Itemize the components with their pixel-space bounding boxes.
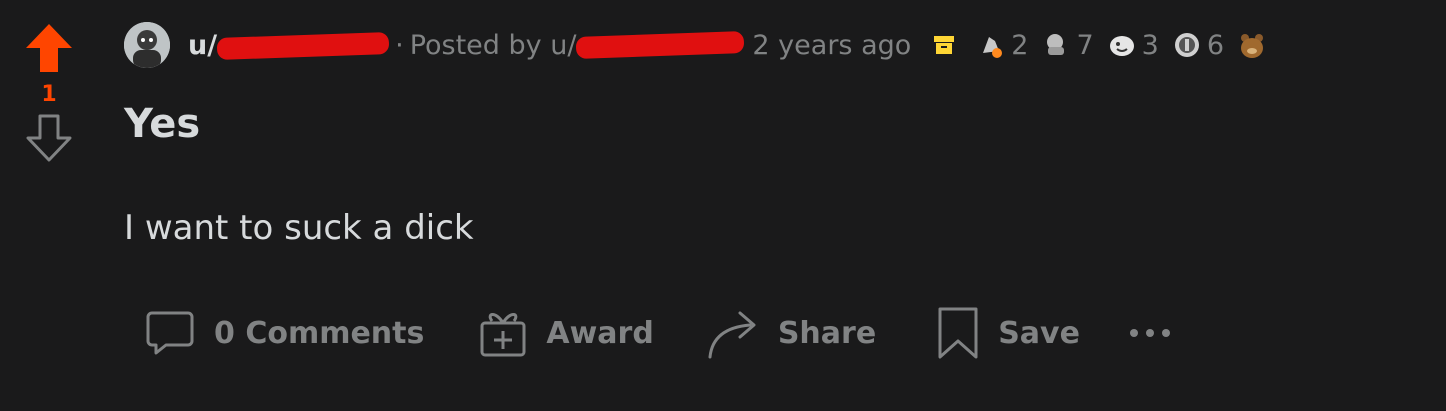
post-meta: u/ · Posted by u/ 2 years ago 2 7 3 6 [124, 22, 1286, 68]
upvote-arrow-icon [26, 24, 72, 72]
gift-icon [480, 313, 526, 357]
avatar-icon [124, 22, 170, 68]
comments-label: 0 Comments [214, 315, 425, 351]
avatar[interactable] [124, 22, 170, 68]
upvote-button[interactable] [19, 18, 79, 78]
save-button[interactable]: Save [924, 302, 1092, 364]
share-icon [708, 311, 756, 359]
wholesome-award-icon [1109, 36, 1134, 56]
silver-award-icon [983, 37, 1003, 58]
post-actions: 0 Comments Award Share Save [132, 302, 1206, 364]
author-prefix: u/ [188, 29, 218, 61]
separator-dot: · [395, 29, 404, 61]
bookmark-icon [938, 307, 978, 359]
redaction-mark [216, 32, 390, 60]
post-title[interactable]: Yes [124, 100, 200, 148]
vote-column: 1 [16, 18, 82, 168]
downvote-arrow-icon [26, 114, 72, 162]
share-label: Share [777, 315, 877, 351]
posted-by-label: Posted by u/ [409, 29, 577, 61]
ellipsis-icon [1129, 329, 1170, 337]
comments-button[interactable]: 0 Comments [132, 302, 436, 364]
author-link[interactable]: u/ [188, 29, 390, 61]
post-time[interactable]: 2 years ago [752, 30, 911, 61]
award-label: Award [546, 315, 654, 351]
award-item[interactable]: 7 [1042, 29, 1094, 61]
award-item[interactable]: 2 [977, 30, 1028, 61]
coin-award-icon [1174, 33, 1199, 57]
award-item[interactable]: 3 [1108, 30, 1159, 61]
award-count: 2 [1011, 29, 1029, 61]
award-item[interactable] [1238, 31, 1272, 59]
comment-icon [146, 311, 194, 355]
award-button[interactable]: Award [466, 302, 665, 364]
share-button[interactable]: Share [694, 302, 888, 364]
bear-award-icon [1241, 34, 1264, 58]
award-count: 7 [1076, 29, 1094, 61]
save-label: Save [998, 315, 1080, 351]
award-count: 6 [1206, 29, 1225, 61]
downvote-button[interactable] [19, 108, 79, 168]
more-options-button[interactable] [1112, 302, 1206, 364]
vote-count: 1 [41, 82, 57, 107]
award-item[interactable]: 6 [1173, 30, 1224, 61]
award-count: 3 [1141, 29, 1159, 61]
helpful-award-icon [1047, 34, 1065, 55]
archive-icon [934, 36, 955, 54]
redaction-mark [576, 31, 745, 59]
post-body: I want to suck a dick [124, 208, 474, 248]
